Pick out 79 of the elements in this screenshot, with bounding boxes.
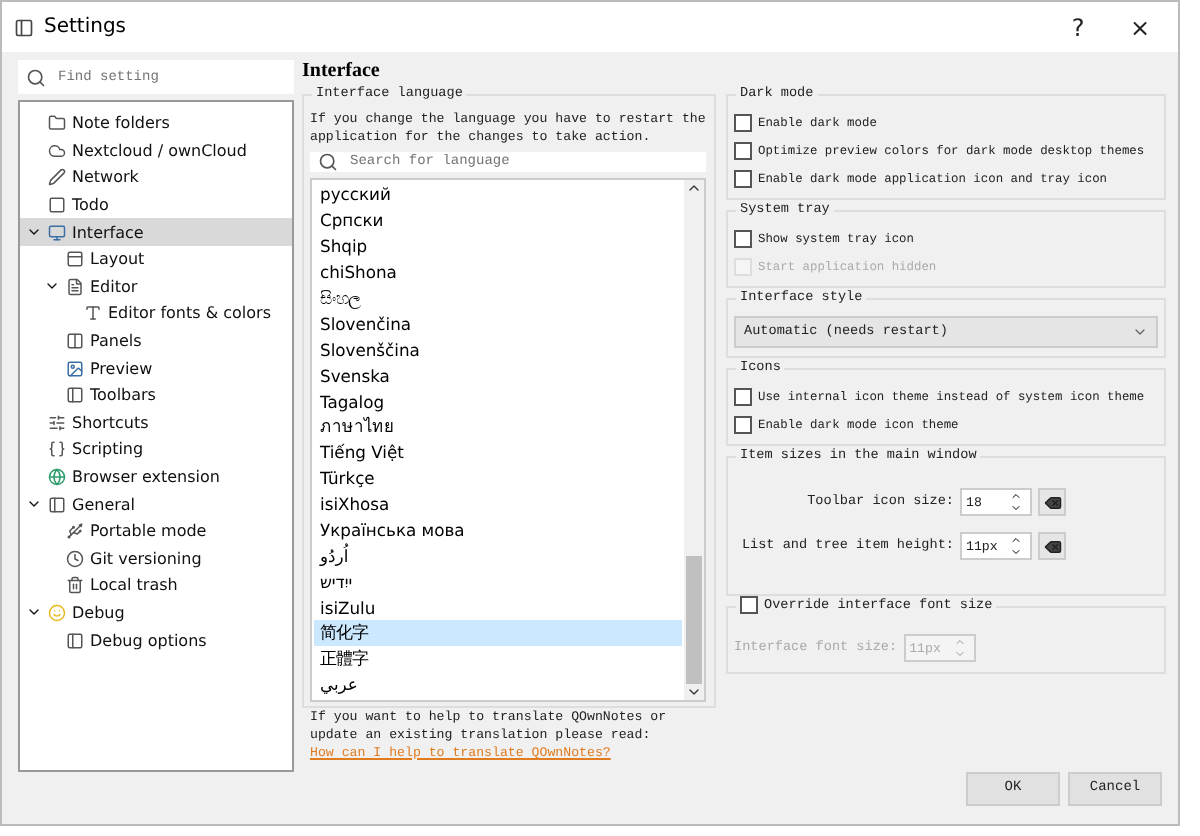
search-icon — [26, 67, 46, 87]
cloud-icon — [48, 141, 66, 160]
tree-item[interactable]: Shortcuts — [20, 409, 292, 437]
pen-icon — [48, 168, 66, 187]
language-item[interactable]: ייִדיש — [314, 568, 682, 595]
monitor-icon — [48, 223, 66, 242]
scroll-thumb[interactable] — [686, 555, 702, 684]
tree-item[interactable]: Browser extension — [20, 463, 292, 491]
tree-item[interactable]: Preview — [20, 354, 292, 382]
braces-icon — [48, 440, 66, 459]
language-item[interactable]: Српски — [314, 207, 682, 234]
tree-item[interactable]: General — [20, 490, 292, 518]
columns-icon — [66, 332, 84, 351]
tree-item[interactable]: Debug — [20, 599, 292, 627]
document-icon — [66, 277, 84, 296]
language-item[interactable]: Українська мова — [314, 517, 682, 543]
trash-icon — [66, 576, 84, 595]
tree-item[interactable]: Git versioning — [20, 545, 292, 573]
tree-item[interactable]: Local trash — [20, 572, 292, 600]
reset-button[interactable] — [1038, 488, 1066, 516]
language-item[interactable]: Tagalog — [314, 388, 682, 415]
tree-item[interactable]: Portable mode — [20, 517, 292, 545]
scrollbar[interactable] — [684, 180, 704, 700]
reset-button[interactable] — [1038, 532, 1066, 560]
window-icon — [66, 250, 84, 269]
globe-icon — [48, 468, 66, 487]
language-item[interactable]: اُردُو — [314, 542, 682, 569]
spin-down-icon[interactable] — [1010, 546, 1022, 558]
panel-icon — [66, 386, 84, 405]
tree-item[interactable]: Debug options — [20, 626, 292, 654]
language-item[interactable]: Slovenščina — [314, 336, 682, 363]
window-title: Settings — [44, 16, 129, 38]
language-item[interactable]: Tiếng Việt — [314, 439, 682, 466]
close-button[interactable]: × — [1114, 13, 1166, 41]
panel-icon — [66, 631, 84, 650]
language-item[interactable]: русский — [314, 182, 682, 208]
usb-icon — [66, 522, 84, 541]
language-item[interactable]: عربي — [314, 671, 682, 698]
chevron-icon — [1132, 324, 1148, 340]
language-item[interactable]: Türkçe — [314, 465, 682, 492]
sliders-icon — [48, 413, 66, 432]
spin-up-icon[interactable] — [1010, 534, 1022, 546]
square-icon — [48, 196, 66, 215]
language-item[interactable]: Svenska — [314, 362, 682, 389]
spin-down-icon[interactable] — [1010, 502, 1022, 514]
tree-item[interactable]: Panels — [20, 327, 292, 355]
language-item[interactable]: Shqip — [314, 233, 682, 260]
tree-item[interactable]: Network — [20, 164, 292, 192]
language-item[interactable]: ภาษาไทย — [314, 414, 682, 440]
language-item[interactable]: chiShona — [314, 259, 682, 286]
backspace-icon — [1043, 537, 1061, 555]
language-item[interactable]: සිංහල — [314, 285, 682, 311]
tree-item[interactable]: Editor — [20, 273, 292, 301]
tree-item[interactable]: Todo — [20, 191, 292, 219]
panel-icon — [48, 495, 66, 514]
language-item[interactable]: 正體字 — [314, 646, 682, 672]
tree-item[interactable]: Interface — [20, 218, 292, 246]
tree-item[interactable]: Note folders — [20, 110, 292, 138]
clock-icon — [66, 549, 84, 568]
tree-item[interactable]: Toolbars — [20, 381, 292, 410]
backspace-icon — [1043, 493, 1061, 511]
help-button[interactable]: ? — [1052, 13, 1104, 41]
smiley-icon — [48, 603, 66, 622]
image-icon — [66, 359, 84, 378]
page-title: Interface — [302, 60, 380, 84]
spin-up-icon[interactable] — [1010, 490, 1022, 502]
letter-icon — [84, 304, 102, 323]
language-item[interactable]: isiXhosa — [314, 491, 682, 518]
scroll-up-icon[interactable] — [686, 180, 702, 196]
language-item[interactable]: 简化字 — [314, 620, 682, 647]
tree-item[interactable]: Editor fonts & colors — [20, 300, 292, 328]
search-icon — [318, 152, 338, 172]
language-item[interactable]: Slovenčina — [314, 310, 682, 337]
tree-item[interactable]: Layout — [20, 245, 292, 274]
tree-item[interactable]: Nextcloud / ownCloud — [20, 137, 292, 165]
language-item[interactable]: isiZulu — [314, 594, 682, 621]
folder-icon — [48, 114, 66, 133]
tree-item[interactable]: Scripting — [20, 436, 292, 464]
window-icon — [14, 17, 34, 37]
